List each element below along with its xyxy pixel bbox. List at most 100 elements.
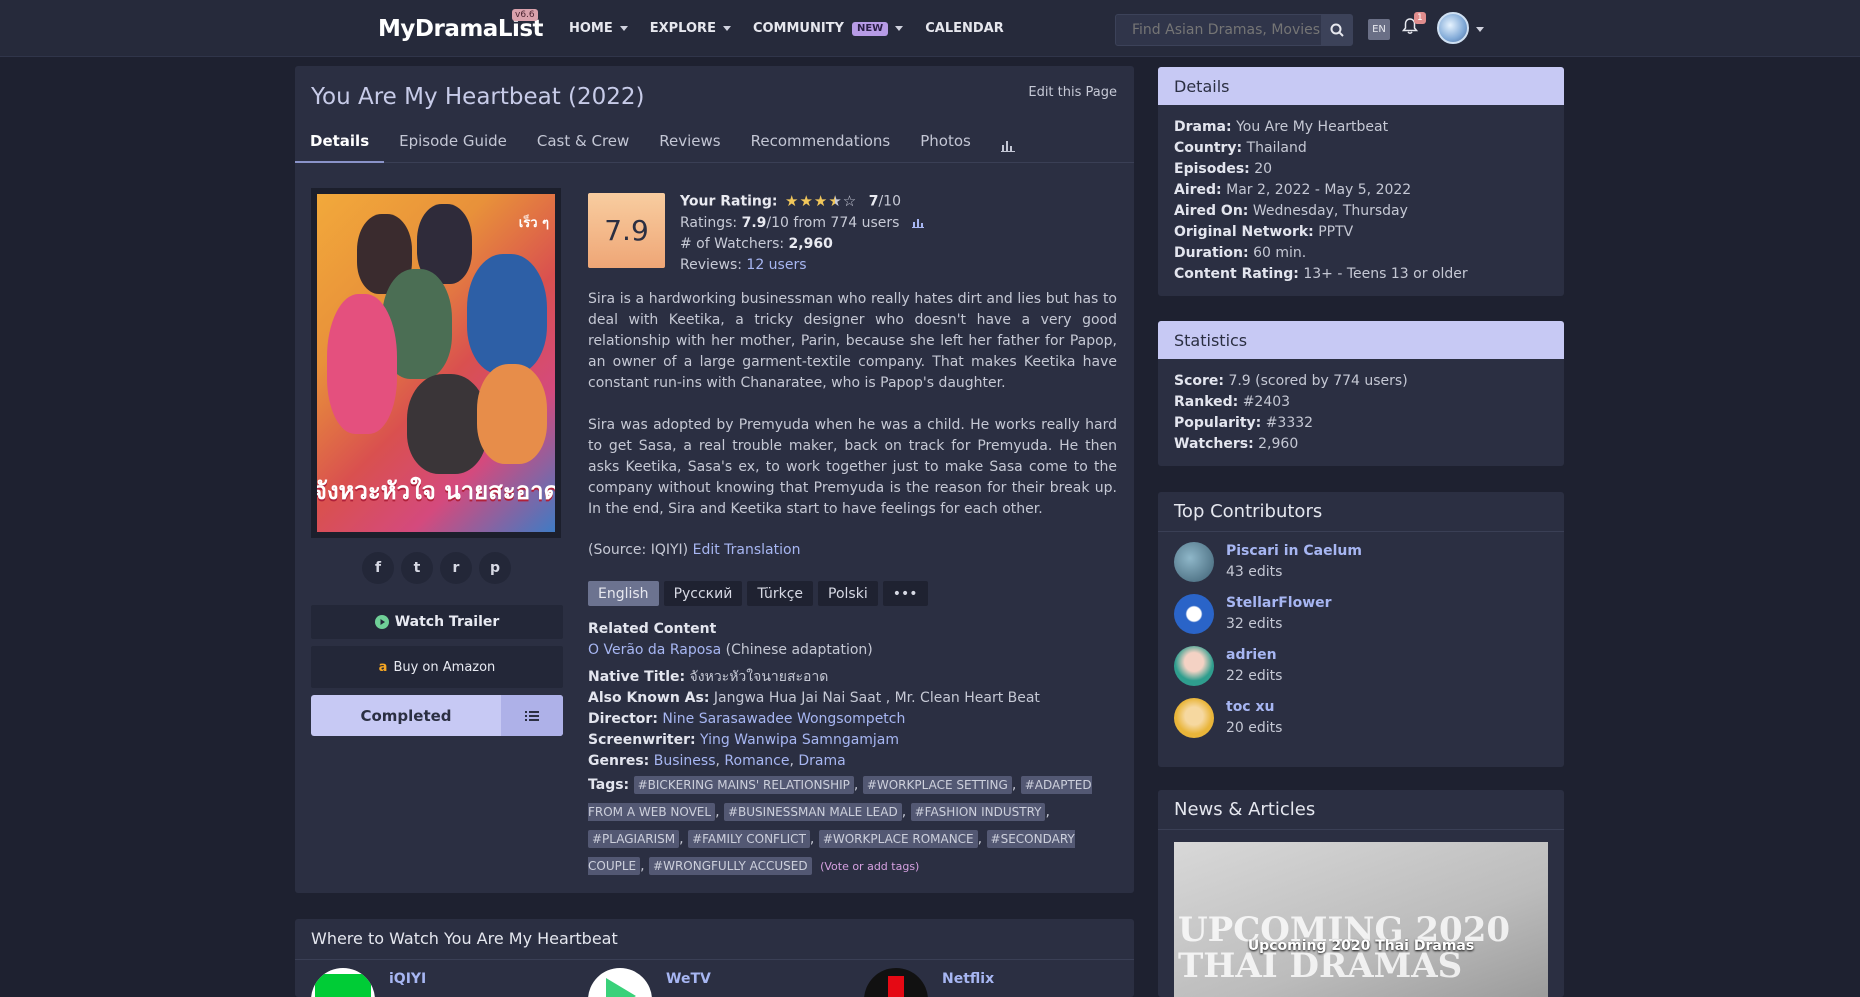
provider-name: Netflix	[942, 971, 995, 987]
search-input[interactable]	[1116, 15, 1321, 45]
info-row: Content Rating: 13+ - Teens 13 or older	[1174, 264, 1548, 285]
provider-wetv[interactable]: WeTV	[588, 968, 711, 997]
tab-cast-crew[interactable]: Cast & Crew	[522, 122, 644, 163]
contributor-name[interactable]: adrien	[1226, 645, 1282, 666]
twitter-icon[interactable]: t	[401, 552, 433, 584]
avatar[interactable]	[1174, 646, 1214, 686]
contributor-item: adrien 22 edits	[1174, 640, 1548, 692]
info-label: Aired:	[1174, 182, 1222, 198]
edit-translation-link[interactable]: Edit Translation	[693, 542, 801, 558]
contributor-name[interactable]: StellarFlower	[1226, 593, 1332, 614]
nav-explore[interactable]: EXPLORE	[650, 21, 731, 36]
info-row: Duration: 60 min.	[1174, 243, 1548, 264]
provider-netflix[interactable]: Netflix	[864, 968, 994, 997]
star-icon[interactable]: ★	[799, 191, 812, 212]
nav-community[interactable]: COMMUNITY NEW	[753, 21, 904, 36]
star-icon[interactable]: ★	[814, 191, 827, 212]
pinterest-icon[interactable]: p	[479, 552, 511, 584]
contributor-name[interactable]: Piscari in Caelum	[1226, 541, 1362, 562]
nav-menu: HOME EXPLORE COMMUNITY NEW CALENDAR	[569, 21, 1004, 36]
vote-tags-link[interactable]: (Vote or add tags)	[820, 860, 919, 873]
tab-photos[interactable]: Photos	[905, 122, 986, 163]
tag-chip[interactable]: #WORKPLACE ROMANCE	[818, 830, 978, 848]
synopsis-paragraph: Sira was adopted by Premyuda when he was…	[588, 417, 1117, 517]
tab-episode-guide[interactable]: Episode Guide	[384, 122, 522, 163]
tab-details[interactable]: Details	[295, 122, 385, 163]
nav-home[interactable]: HOME	[569, 21, 628, 36]
contributor-name[interactable]: toc xu	[1226, 697, 1282, 718]
rating-stars[interactable]: ★ ★ ★ ★ ☆	[785, 191, 856, 212]
info-label: Drama:	[1174, 119, 1232, 135]
genre-link[interactable]: Romance	[724, 753, 789, 769]
contributor-item: Piscari in Caelum 43 edits	[1174, 536, 1548, 588]
tag-chip[interactable]: #PLAGIARISM	[588, 830, 680, 848]
user-avatar[interactable]	[1437, 12, 1469, 44]
list-options-button[interactable]	[501, 695, 563, 736]
info-label: Score:	[1174, 373, 1224, 389]
aka-value: Jangwa Hua Jai Nai Saat , Mr. Clean Hear…	[713, 690, 1040, 706]
watchers-label: # of Watchers:	[680, 235, 785, 252]
lang-english-button[interactable]: English	[588, 581, 659, 606]
news-article-title[interactable]: Upcoming 2020 Thai Dramas	[1174, 938, 1548, 954]
lang-polish-button[interactable]: Polski	[818, 581, 878, 606]
tag-chip[interactable]: #BICKERING MAINS' RELATIONSHIP	[633, 776, 854, 794]
tab-statistics[interactable]	[986, 122, 1030, 163]
score-box: 7.9	[588, 193, 665, 268]
synopsis-paragraph: Sira is a hardworking businessman who re…	[588, 291, 1117, 391]
statistics-heading: Statistics	[1158, 321, 1564, 359]
info-label: Ranked:	[1174, 394, 1239, 410]
native-title-value: จังหวะหัวใจนายสะอาด	[689, 669, 829, 685]
tag-chip[interactable]: #WORKPLACE SETTING	[862, 776, 1012, 794]
reddit-icon[interactable]: r	[440, 552, 472, 584]
native-title-label: Native Title:	[588, 669, 686, 685]
facebook-icon[interactable]: f	[362, 552, 394, 584]
star-icon[interactable]: ☆	[843, 191, 856, 212]
nav-label: CALENDAR	[925, 21, 1004, 36]
buy-amazon-button[interactable]: a Buy on Amazon	[311, 646, 563, 688]
news-panel: News & Articles UPCOMING 2020 THAI DRAMA…	[1158, 790, 1564, 997]
notification-count: 1	[1414, 12, 1426, 24]
language-selector[interactable]: EN	[1368, 19, 1390, 40]
lang-turkish-button[interactable]: Türkçe	[747, 581, 814, 606]
info-value: #3332	[1265, 415, 1314, 431]
reviews-link[interactable]: 12 users	[746, 257, 806, 273]
avatar[interactable]	[1174, 594, 1214, 634]
poster-image[interactable]: จังหวะหัวใจ นายสะอาด เร็ว ๆ	[317, 194, 555, 532]
watch-status-button[interactable]: Completed	[311, 695, 563, 736]
star-icon[interactable]: ★	[828, 191, 841, 212]
info-value: PPTV	[1318, 224, 1354, 240]
related-content-link[interactable]: O Verão da Raposa	[588, 642, 721, 658]
screenwriter-link[interactable]: Ying Wanwipa Samngamjam	[700, 732, 899, 748]
nav-calendar[interactable]: CALENDAR	[925, 21, 1004, 36]
star-icon[interactable]: ★	[785, 191, 798, 212]
watch-status-label[interactable]: Completed	[311, 695, 501, 736]
avatar[interactable]	[1174, 698, 1214, 738]
tab-recommendations[interactable]: Recommendations	[736, 122, 906, 163]
provider-iqiyi[interactable]: iQIYI	[311, 968, 426, 997]
tab-reviews[interactable]: Reviews	[644, 122, 735, 163]
related-content-heading: Related Content	[588, 621, 717, 637]
nav-label: EXPLORE	[649, 21, 716, 36]
search-button[interactable]	[1321, 15, 1352, 45]
chevron-down-icon[interactable]	[1476, 27, 1484, 32]
director-link[interactable]: Nine Sarasawadee Wongsompetch	[662, 711, 905, 727]
lang-russian-button[interactable]: Русский	[663, 581, 743, 606]
tag-chip[interactable]: #FASHION INDUSTRY	[910, 803, 1046, 821]
language-tabs: English Русский Türkçe Polski •••	[588, 581, 928, 606]
genre-link[interactable]: Drama	[798, 753, 845, 769]
genre-link[interactable]: Business	[654, 753, 716, 769]
tag-chip[interactable]: #BUSINESSMAN MALE LEAD	[723, 803, 902, 821]
tag-chip[interactable]: #FAMILY CONFLICT	[688, 830, 810, 848]
avatar[interactable]	[1174, 542, 1214, 582]
watch-trailer-button[interactable]: Watch Trailer	[311, 605, 563, 639]
edit-page-link[interactable]: Edit this Page	[1028, 85, 1117, 100]
contributor-edits: 20 edits	[1226, 720, 1283, 736]
info-value: 60 min.	[1253, 245, 1307, 261]
chart-icon[interactable]	[911, 218, 924, 228]
tag-chip[interactable]: #WRONGFULLY ACCUSED	[649, 857, 812, 875]
news-article-image[interactable]: UPCOMING 2020 THAI DRAMAS Upcoming 2020 …	[1174, 842, 1548, 997]
info-row: Aired On: Wednesday, Thursday	[1174, 201, 1548, 222]
more-languages-button[interactable]: •••	[882, 581, 928, 606]
provider-name: WeTV	[666, 971, 711, 987]
info-value: Mar 2, 2022 - May 5, 2022	[1226, 182, 1412, 198]
